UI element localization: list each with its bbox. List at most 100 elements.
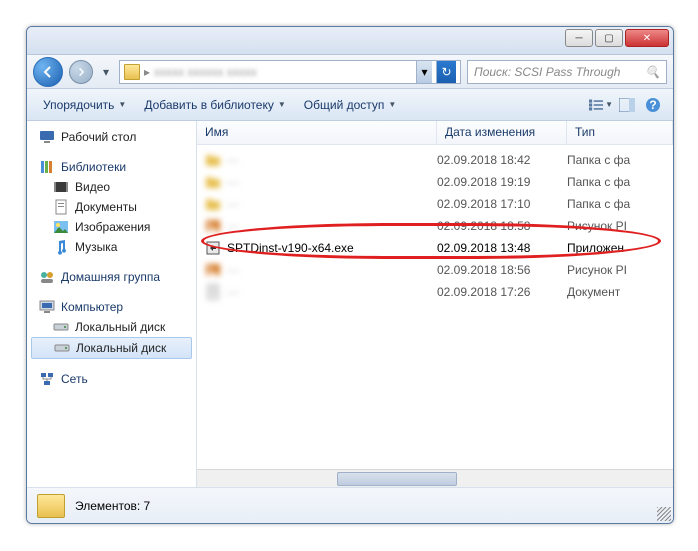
chevron-right-icon: ▸ (144, 65, 150, 79)
toolbar: Упорядочить▼ Добавить в библиотеку▼ Общи… (27, 89, 673, 121)
column-type[interactable]: Тип (567, 121, 673, 144)
sidebar-item-pictures[interactable]: Изображения (31, 217, 192, 237)
libraries-icon (39, 159, 55, 175)
file-name: — (227, 285, 239, 299)
file-name: SPTDinst-v190-x64.exe (227, 241, 354, 255)
sidebar-item-network[interactable]: Сеть (31, 369, 192, 389)
nav-back-button[interactable] (33, 57, 63, 87)
column-date[interactable]: Дата изменения (437, 121, 567, 144)
view-icon (589, 98, 603, 112)
file-row[interactable]: SPTDinst-v190-x64.exe 02.09.2018 13:48При… (197, 237, 673, 259)
nav-forward-button (69, 60, 93, 84)
preview-pane-button[interactable] (615, 93, 639, 117)
horizontal-scrollbar[interactable] (197, 469, 673, 487)
sidebar-item-computer[interactable]: Компьютер (31, 297, 192, 317)
file-row[interactable]: —02.09.2018 19:19Папка с фа (197, 171, 673, 193)
sidebar-item-music[interactable]: Музыка (31, 237, 192, 257)
file-date: 02.09.2018 18:58 (437, 219, 567, 233)
homegroup-icon (39, 269, 55, 285)
file-type: Папка с фа (567, 175, 673, 189)
view-options-button[interactable]: ▼ (589, 93, 613, 117)
sidebar-item-video[interactable]: Видео (31, 177, 192, 197)
file-rows: —02.09.2018 18:42Папка с фа—02.09.2018 1… (197, 145, 673, 469)
help-icon: ? (645, 97, 661, 113)
file-type: Документ (567, 285, 673, 299)
folder-icon (205, 152, 221, 168)
sidebar-item-libraries[interactable]: Библиотеки (31, 157, 192, 177)
file-date: 02.09.2018 17:10 (437, 197, 567, 211)
address-dropdown[interactable]: ▾ (416, 61, 432, 83)
image-icon (205, 262, 221, 278)
chevron-down-icon: ▼ (278, 100, 286, 109)
chevron-down-icon: ▼ (605, 100, 613, 109)
computer-icon (39, 299, 55, 315)
scroll-thumb[interactable] (337, 472, 457, 486)
file-date: 02.09.2018 18:56 (437, 263, 567, 277)
video-icon (53, 179, 69, 195)
svg-text:?: ? (649, 98, 656, 112)
add-to-library-button[interactable]: Добавить в библиотеку▼ (136, 94, 293, 116)
share-button[interactable]: Общий доступ▼ (296, 94, 405, 116)
chevron-down-icon: ▼ (118, 100, 126, 109)
status-bar: Элементов: 7 (27, 487, 673, 523)
search-placeholder: Поиск: SCSI Pass Through (474, 65, 620, 79)
address-path: xxxxx xxxxxx xxxxx (154, 65, 412, 79)
sidebar-item-local-disk-b[interactable]: Локальный диск (31, 337, 192, 359)
help-button[interactable]: ? (641, 93, 665, 117)
file-row[interactable]: — 02.09.2018 18:42Папка с фа (197, 149, 673, 171)
search-icon: 🔍 (645, 65, 660, 79)
sidebar-item-local-disk-a[interactable]: Локальный диск (31, 317, 192, 337)
refresh-button[interactable]: ↻ (436, 61, 456, 83)
network-icon (39, 371, 55, 387)
file-name: — (227, 197, 239, 211)
folder-icon (205, 196, 221, 212)
file-row[interactable]: —02.09.2018 18:56Рисунок PI (197, 259, 673, 281)
status-count: Элементов: 7 (75, 499, 150, 513)
address-bar[interactable]: ▸ xxxxx xxxxxx xxxxx ▾ ↻ (119, 60, 461, 84)
drive-icon (53, 319, 69, 335)
maximize-button[interactable]: ▢ (595, 29, 623, 47)
documents-icon (53, 199, 69, 215)
pane-icon (619, 98, 635, 112)
sidebar: Рабочий стол Библиотеки Видео Документы … (27, 121, 197, 487)
file-name: — (227, 153, 239, 167)
file-name: — (227, 219, 239, 233)
file-date: 02.09.2018 18:42 (437, 153, 567, 167)
image-icon (205, 218, 221, 234)
file-type: Приложен (567, 241, 673, 255)
folder-icon (205, 174, 221, 190)
sidebar-item-homegroup[interactable]: Домашняя группа (31, 267, 192, 287)
file-row[interactable]: — 02.09.2018 17:26Документ (197, 281, 673, 303)
folder-icon (124, 64, 140, 80)
file-row[interactable]: — 02.09.2018 18:58Рисунок PI (197, 215, 673, 237)
column-name[interactable]: Имя (197, 121, 437, 144)
pictures-icon (53, 219, 69, 235)
file-type: Рисунок PI (567, 219, 673, 233)
file-row[interactable]: — 02.09.2018 17:10Папка с фа (197, 193, 673, 215)
doc-icon (205, 284, 221, 300)
sidebar-item-desktop[interactable]: Рабочий стол (31, 127, 192, 147)
file-type: Папка с фа (567, 197, 673, 211)
file-list: Имя Дата изменения Тип — 02.09.2018 18:42… (197, 121, 673, 487)
folder-icon (37, 494, 65, 518)
resize-grip[interactable] (657, 507, 671, 521)
file-date: 02.09.2018 17:26 (437, 285, 567, 299)
file-type: Папка с фа (567, 153, 673, 167)
file-name: — (227, 175, 239, 189)
nav-history-dropdown[interactable]: ▾ (99, 65, 113, 79)
music-icon (53, 239, 69, 255)
titlebar[interactable]: ─ ▢ ✕ (27, 27, 673, 55)
navbar: ▾ ▸ xxxxx xxxxxx xxxxx ▾ ↻ Поиск: SCSI P… (27, 55, 673, 89)
chevron-down-icon: ▼ (388, 100, 396, 109)
sidebar-item-documents[interactable]: Документы (31, 197, 192, 217)
arrow-right-icon (76, 67, 86, 77)
minimize-button[interactable]: ─ (565, 29, 593, 47)
file-type: Рисунок PI (567, 263, 673, 277)
search-input[interactable]: Поиск: SCSI Pass Through 🔍 (467, 60, 667, 84)
organize-button[interactable]: Упорядочить▼ (35, 94, 134, 116)
arrow-left-icon (41, 65, 55, 79)
close-button[interactable]: ✕ (625, 29, 669, 47)
file-date: 02.09.2018 13:48 (437, 241, 567, 255)
explorer-window: ─ ▢ ✕ ▾ ▸ xxxxx xxxxxx xxxxx ▾ ↻ Поиск: … (26, 26, 674, 524)
desktop-icon (39, 129, 55, 145)
